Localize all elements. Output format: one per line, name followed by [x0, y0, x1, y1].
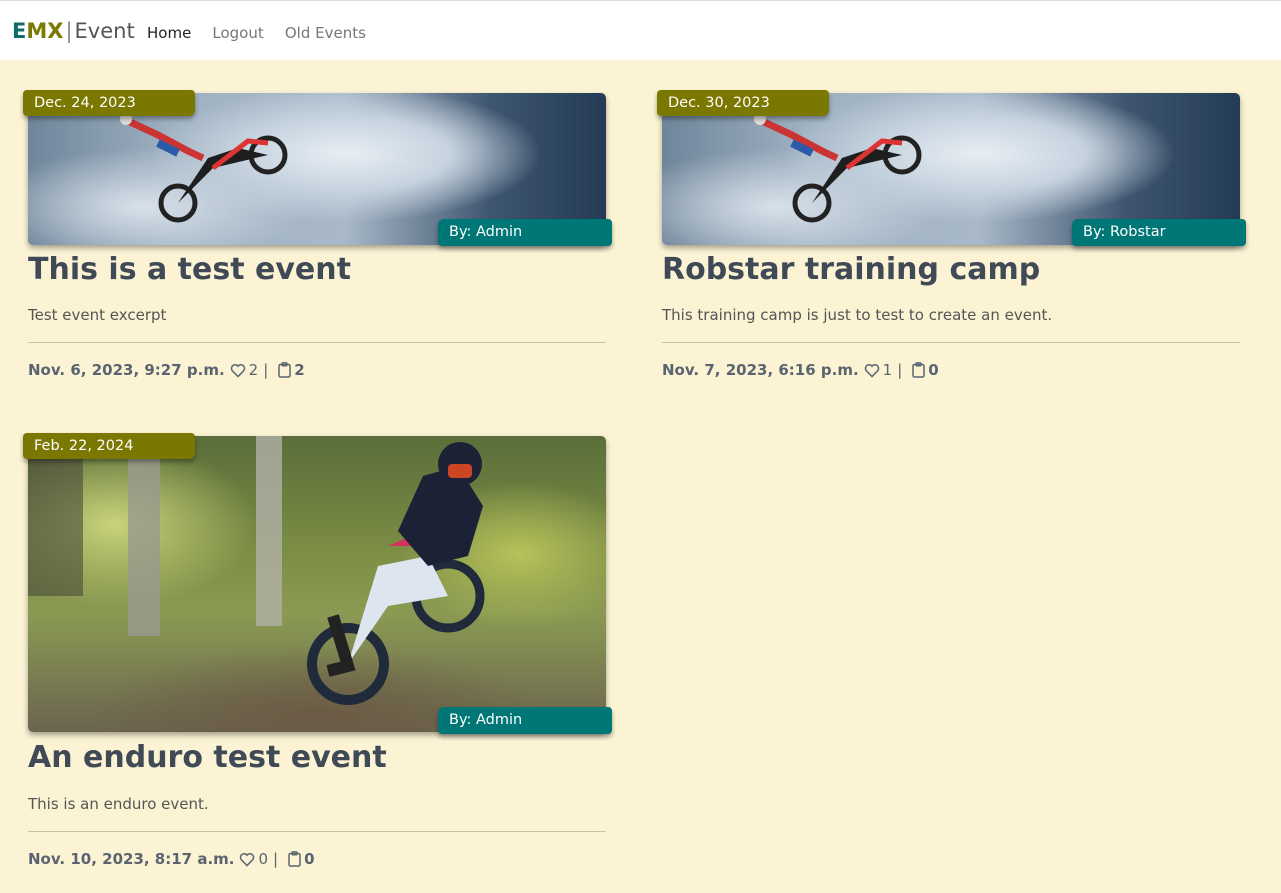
like-count: 0: [258, 850, 269, 868]
heart-icon[interactable]: [230, 363, 246, 378]
event-created-date: Nov. 10, 2023, 8:17 a.m.: [28, 850, 235, 868]
meta-separator: |: [273, 850, 279, 868]
clipboard-icon: [278, 362, 292, 378]
event-card[interactable]: Dec. 30, 2023 By: Robstar Robstar traini…: [657, 90, 1246, 393]
event-date-badge: Feb. 22, 2024: [23, 433, 195, 459]
comment-count: 0: [304, 850, 315, 868]
event-meta: Nov. 10, 2023, 8:17 a.m. 0 | 0: [28, 850, 315, 868]
brand-event: Event: [74, 19, 135, 43]
enduro-rider-graphic: [28, 436, 485, 705]
nav-link-old-events[interactable]: Old Events: [285, 24, 366, 42]
event-image[interactable]: [28, 436, 606, 732]
nav-links: Home Logout Old Events: [147, 23, 382, 42]
event-date-badge: Dec. 24, 2023: [23, 90, 195, 116]
brand-e: E: [12, 19, 27, 43]
meta-separator: |: [263, 361, 269, 379]
meta-separator: |: [897, 361, 903, 379]
event-card[interactable]: Dec. 24, 2023 By: Admin This is a test e…: [23, 90, 612, 393]
event-author-badge: By: Admin: [438, 219, 612, 246]
heart-icon[interactable]: [239, 852, 255, 867]
event-author-badge: By: Admin: [438, 707, 612, 734]
event-title[interactable]: An enduro test event: [28, 740, 387, 776]
event-title[interactable]: Robstar training camp: [662, 252, 1040, 288]
event-meta: Nov. 7, 2023, 6:16 p.m. 1 | 0: [662, 361, 939, 379]
event-excerpt: This training camp is just to test to cr…: [662, 306, 1053, 324]
event-card[interactable]: Feb. 22, 2024 By: Admin An enduro test e…: [23, 433, 612, 876]
heart-icon[interactable]: [864, 363, 880, 378]
clipboard-icon: [912, 362, 926, 378]
freestyle-rider-graphic: [120, 113, 288, 223]
clipboard-icon: [288, 851, 301, 867]
like-count: 1: [882, 361, 893, 379]
like-count: 2: [248, 361, 259, 379]
freestyle-rider-graphic: [754, 113, 922, 223]
brand-separator: |: [65, 19, 73, 43]
event-author-badge: By: Robstar: [1072, 219, 1246, 246]
event-created-date: Nov. 6, 2023, 9:27 p.m.: [28, 361, 225, 379]
event-created-date: Nov. 7, 2023, 6:16 p.m.: [662, 361, 859, 379]
event-title[interactable]: This is a test event: [28, 252, 351, 288]
brand-mx: MX: [26, 19, 64, 43]
card-divider: [28, 342, 606, 343]
event-date-badge: Dec. 30, 2023: [657, 90, 829, 116]
nav-link-home[interactable]: Home: [147, 24, 191, 42]
brand-logo[interactable]: EMX|Event: [12, 18, 135, 44]
event-meta: Nov. 6, 2023, 9:27 p.m. 2 | 2: [28, 361, 305, 379]
card-divider: [662, 342, 1240, 343]
nav-link-logout[interactable]: Logout: [212, 24, 263, 42]
comment-count: 0: [928, 361, 939, 379]
navbar: EMX|Event Home Logout Old Events: [0, 0, 1281, 60]
card-divider: [28, 831, 606, 832]
event-excerpt: This is an enduro event.: [28, 795, 209, 813]
comment-count: 2: [294, 361, 305, 379]
event-excerpt: Test event excerpt: [28, 306, 167, 324]
